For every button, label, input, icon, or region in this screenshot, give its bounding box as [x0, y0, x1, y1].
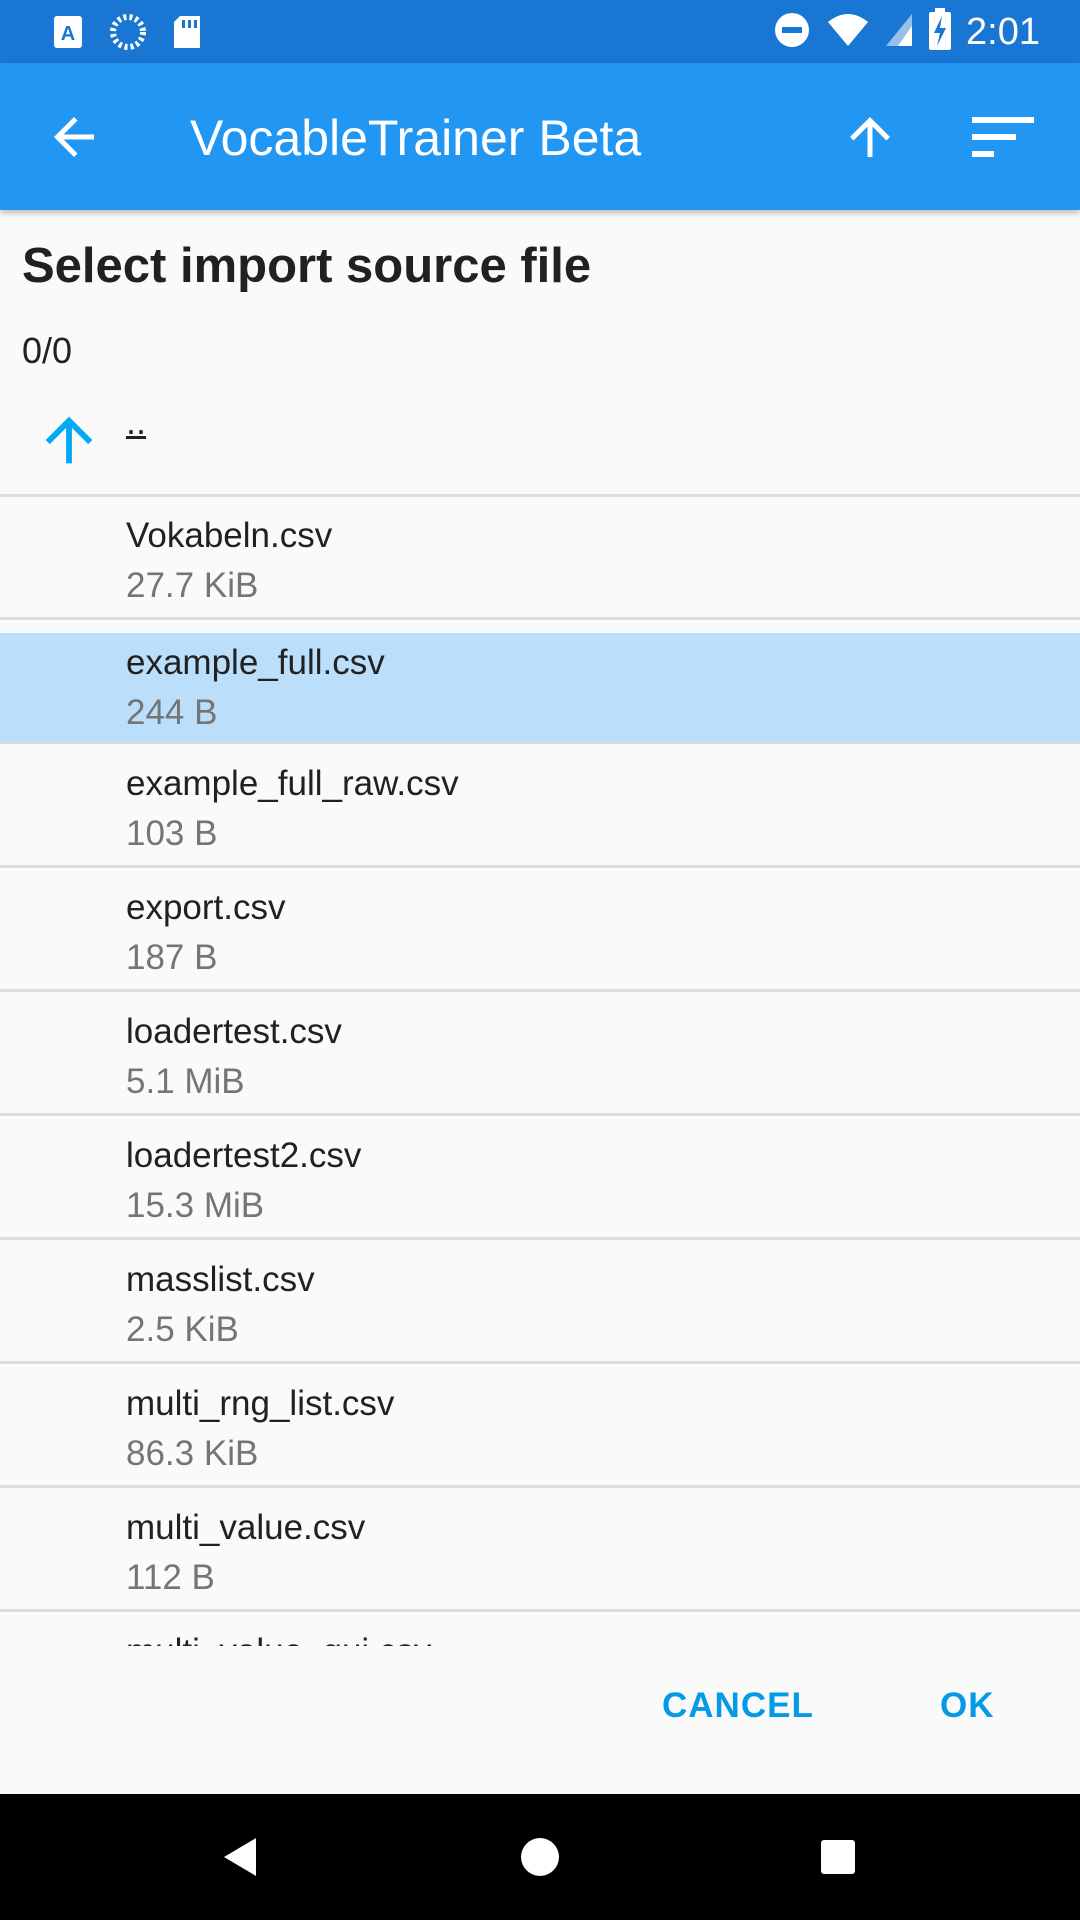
nav-back-icon[interactable] — [216, 1832, 266, 1882]
file-size: 27.7 KiB — [126, 566, 259, 605]
file-size: 2.5 KiB — [126, 1310, 239, 1349]
parent-directory-row[interactable]: .. — [0, 395, 1080, 495]
file-size: 103 B — [126, 814, 218, 853]
file-list-item[interactable]: Vokabeln.csv 27.7 KiB — [0, 496, 1080, 620]
file-list-item[interactable]: export.csv 187 B — [0, 868, 1080, 992]
sd-card-icon — [170, 12, 204, 57]
cancel-button[interactable]: CANCEL — [662, 1686, 814, 1726]
file-list-item[interactable]: loadertest2.csv 15.3 MiB — [0, 1116, 1080, 1240]
loading-circle-icon — [108, 12, 148, 57]
file-name: example_full_raw.csv — [126, 764, 459, 803]
file-name: Vokabeln.csv — [126, 516, 333, 555]
parent-directory-label: .. — [126, 401, 147, 442]
status-bar: A 2:01 — [0, 0, 1080, 63]
file-size: 112 B — [126, 1558, 215, 1597]
battery-charging-icon — [928, 8, 952, 57]
file-name: multi_rng_list.csv — [126, 1384, 395, 1423]
file-list-item[interactable]: multi_value_gui.csv — [0, 1612, 1080, 1646]
nav-home-icon[interactable] — [515, 1832, 565, 1882]
svg-text:A: A — [61, 23, 75, 45]
file-list-item[interactable]: loadertest.csv 5.1 MiB — [0, 992, 1080, 1116]
file-name: multi_value_gui.csv — [126, 1632, 431, 1646]
file-name: multi_value.csv — [126, 1508, 366, 1547]
arrow-upward-icon[interactable] — [840, 107, 900, 167]
file-name: loadertest2.csv — [126, 1136, 362, 1175]
dialog-title: Select import source file — [22, 239, 592, 293]
font-a-icon: A — [52, 12, 86, 57]
file-name: masslist.csv — [126, 1260, 315, 1299]
file-size: 86.3 KiB — [126, 1434, 259, 1473]
status-time: 2:01 — [966, 11, 1040, 53]
signal-icon — [884, 10, 914, 55]
navigation-bar — [0, 1794, 1080, 1920]
file-list-item-selected[interactable]: example_full.csv 244 B — [0, 633, 1080, 741]
file-list[interactable]: Vokabeln.csv 27.7 KiB example_full.csv 2… — [0, 496, 1080, 1646]
file-size: 187 B — [126, 938, 218, 977]
app-title: VocableTrainer Beta — [190, 110, 642, 166]
arrow-upward-icon — [34, 405, 104, 475]
wifi-icon — [826, 10, 870, 55]
sort-icon[interactable] — [966, 107, 1038, 167]
file-list-item[interactable]: example_full_raw.csv 103 B — [0, 744, 1080, 868]
file-name: export.csv — [126, 888, 286, 927]
status-left-icons: A — [52, 12, 204, 57]
file-size: 244 B — [126, 693, 218, 732]
status-right-icons: 2:01 — [772, 8, 1040, 57]
file-list-item[interactable]: masslist.csv 2.5 KiB — [0, 1240, 1080, 1364]
ok-button[interactable]: OK — [940, 1686, 995, 1726]
nav-recents-icon[interactable] — [813, 1832, 863, 1882]
dialog-button-bar: CANCEL OK — [0, 1646, 1080, 1794]
selection-counter: 0/0 — [22, 330, 73, 371]
do-not-disturb-icon — [772, 10, 812, 55]
file-list-item[interactable]: multi_value.csv 112 B — [0, 1488, 1080, 1612]
file-size: 15.3 MiB — [126, 1186, 265, 1225]
file-name: example_full.csv — [126, 643, 385, 682]
file-name: loadertest.csv — [126, 1012, 342, 1051]
file-size: 5.1 MiB — [126, 1062, 245, 1101]
file-list-item[interactable]: multi_rng_list.csv 86.3 KiB — [0, 1364, 1080, 1488]
arrow-back-icon[interactable] — [44, 107, 104, 167]
app-bar: VocableTrainer Beta — [0, 63, 1080, 210]
